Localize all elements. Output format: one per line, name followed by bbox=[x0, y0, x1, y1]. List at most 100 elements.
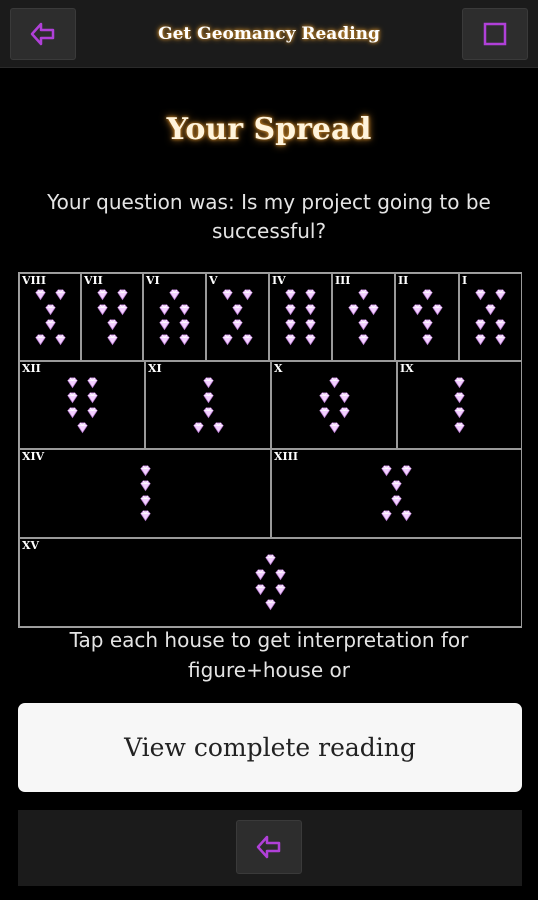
gem-icon bbox=[139, 465, 151, 477]
house-cell[interactable]: XII bbox=[19, 361, 145, 449]
figure-line bbox=[202, 391, 215, 404]
house-numeral: X bbox=[274, 362, 283, 375]
back-button[interactable] bbox=[10, 8, 76, 60]
figure-line bbox=[453, 376, 466, 389]
gem-icon bbox=[368, 304, 379, 316]
view-complete-reading-button[interactable]: View complete reading bbox=[18, 703, 522, 792]
figure-line bbox=[453, 406, 466, 419]
house-numeral: I bbox=[462, 274, 468, 287]
gem-icon bbox=[54, 334, 66, 346]
figure-line bbox=[284, 318, 317, 331]
gem-icon bbox=[54, 289, 66, 301]
figure-line bbox=[357, 288, 370, 301]
figure-line bbox=[66, 406, 99, 419]
gem-icon bbox=[139, 510, 151, 522]
house-cell[interactable]: XV bbox=[19, 538, 522, 627]
gem-icon bbox=[338, 407, 350, 419]
house-cell[interactable]: VI bbox=[143, 273, 206, 361]
menu-button[interactable] bbox=[462, 8, 528, 60]
house-cell[interactable]: VIII bbox=[19, 273, 81, 361]
gem-icon bbox=[305, 304, 316, 316]
geomantic-figure bbox=[270, 288, 331, 346]
gem-icon bbox=[285, 334, 296, 346]
gem-icon bbox=[116, 289, 128, 301]
figure-line bbox=[411, 303, 444, 316]
gem-icon bbox=[44, 304, 56, 316]
gem-icon bbox=[192, 422, 204, 434]
gem-icon bbox=[34, 289, 46, 301]
figure-line bbox=[390, 479, 403, 492]
gem-icon bbox=[202, 377, 214, 389]
gem-icon bbox=[495, 289, 506, 301]
house-numeral: V bbox=[209, 274, 218, 287]
gem-icon bbox=[242, 334, 253, 346]
gem-icon bbox=[255, 569, 266, 581]
house-numeral: XI bbox=[148, 362, 162, 375]
figure-line bbox=[284, 333, 317, 346]
gem-icon bbox=[475, 334, 486, 346]
gem-icon bbox=[255, 584, 266, 596]
figure-line bbox=[96, 288, 129, 301]
geomantic-figure bbox=[146, 376, 270, 434]
gem-icon bbox=[495, 334, 506, 346]
house-cell[interactable]: IV bbox=[269, 273, 332, 361]
figure-line bbox=[318, 391, 351, 404]
gem-icon bbox=[348, 304, 359, 316]
geomantic-figure bbox=[82, 288, 142, 346]
gem-icon bbox=[454, 377, 465, 389]
figure-line bbox=[254, 568, 287, 581]
gem-icon bbox=[86, 407, 98, 419]
figure-line bbox=[44, 303, 57, 316]
house-cell[interactable]: VII bbox=[81, 273, 143, 361]
gem-icon bbox=[139, 480, 151, 492]
house-numeral: III bbox=[335, 274, 351, 287]
gem-icon bbox=[232, 304, 243, 316]
house-cell[interactable]: XIV bbox=[19, 449, 271, 538]
figure-line bbox=[390, 494, 403, 507]
gem-icon bbox=[202, 407, 214, 419]
house-cell[interactable]: I bbox=[459, 273, 522, 361]
spread-grid: VIII VII VI V IV III II I XII XI X IX XIV XIII XV bbox=[18, 272, 522, 628]
house-numeral: II bbox=[398, 274, 409, 287]
figure-line bbox=[44, 318, 57, 331]
house-cell[interactable]: V bbox=[206, 273, 269, 361]
gem-icon bbox=[285, 304, 296, 316]
house-cell[interactable]: X bbox=[271, 361, 397, 449]
geomantic-figure bbox=[333, 288, 394, 346]
gem-icon bbox=[305, 289, 316, 301]
gem-icon bbox=[265, 599, 276, 611]
gem-icon bbox=[421, 289, 433, 301]
figure-line bbox=[284, 288, 317, 301]
house-cell[interactable]: III bbox=[332, 273, 395, 361]
figure-line bbox=[139, 479, 152, 492]
back-arrow-icon bbox=[30, 22, 55, 46]
house-numeral: VII bbox=[84, 274, 103, 287]
gem-icon bbox=[401, 465, 412, 477]
house-cell[interactable]: XI bbox=[145, 361, 271, 449]
figure-line bbox=[139, 509, 152, 522]
gem-icon bbox=[381, 510, 392, 522]
house-cell[interactable]: XIII bbox=[271, 449, 522, 538]
gem-icon bbox=[318, 407, 330, 419]
gem-icon bbox=[44, 319, 56, 331]
geomantic-figure bbox=[20, 376, 144, 434]
question-text: Your question was: Is my project going t… bbox=[47, 190, 491, 243]
house-numeral: XIV bbox=[22, 450, 45, 463]
bottom-back-button[interactable] bbox=[236, 820, 302, 874]
geomantic-figure bbox=[460, 288, 521, 346]
house-cell[interactable]: IX bbox=[397, 361, 522, 449]
gem-icon bbox=[169, 289, 180, 301]
gem-icon bbox=[475, 319, 486, 331]
figure-line bbox=[231, 318, 244, 331]
figure-line bbox=[221, 288, 254, 301]
figure-line bbox=[158, 333, 191, 346]
gem-icon bbox=[454, 422, 465, 434]
gem-icon bbox=[66, 392, 78, 404]
geomantic-figure bbox=[20, 464, 270, 522]
page-heading: Your Spread bbox=[166, 112, 372, 147]
bottom-bar bbox=[18, 810, 522, 886]
house-cell[interactable]: II bbox=[395, 273, 459, 361]
gem-icon bbox=[285, 319, 296, 331]
figure-line bbox=[254, 583, 287, 596]
figure-line bbox=[453, 391, 466, 404]
